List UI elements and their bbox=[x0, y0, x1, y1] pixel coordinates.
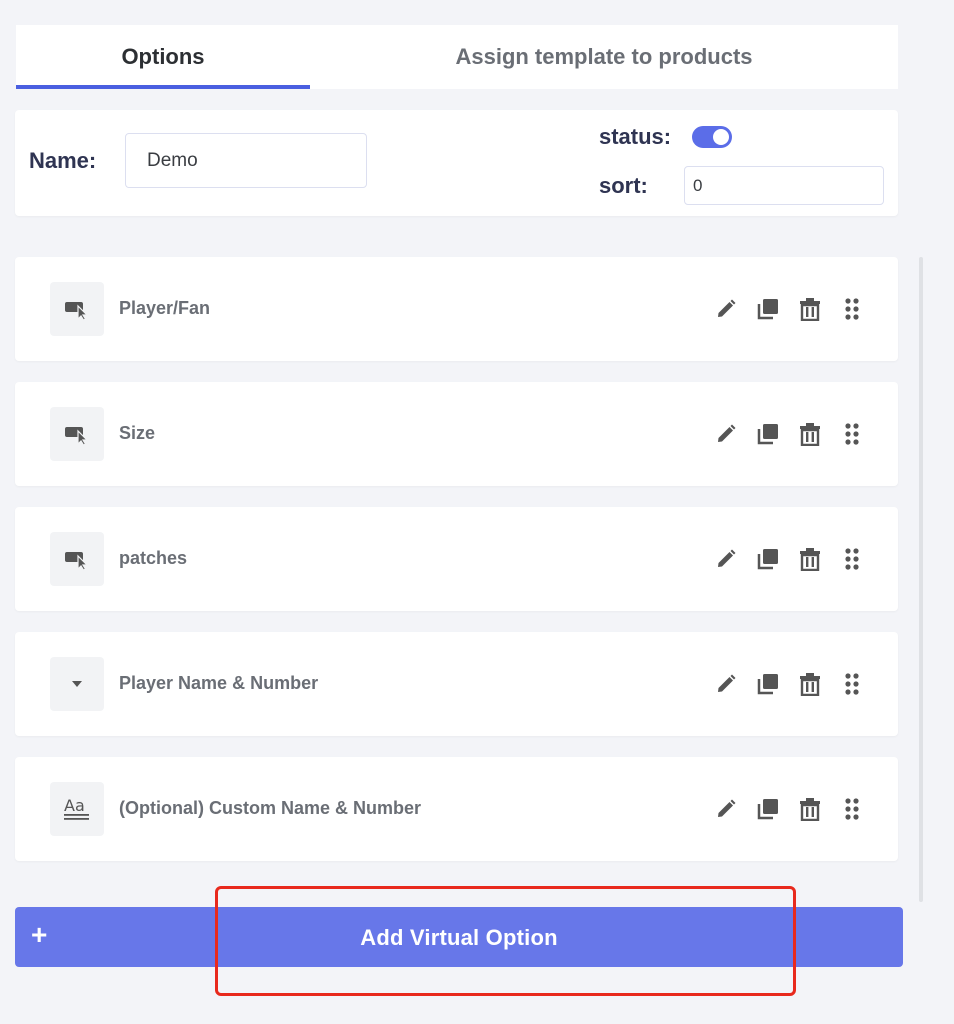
edit-icon[interactable] bbox=[713, 546, 739, 572]
drag-handle-icon[interactable] bbox=[839, 796, 865, 822]
duplicate-icon[interactable] bbox=[755, 671, 781, 697]
tab-bar: Options Assign template to products bbox=[16, 25, 898, 89]
scrollbar[interactable] bbox=[919, 257, 923, 902]
drag-handle-icon[interactable] bbox=[839, 546, 865, 572]
text-input-icon: Aa bbox=[50, 782, 104, 836]
status-toggle[interactable] bbox=[692, 126, 732, 148]
button-select-icon bbox=[50, 532, 104, 586]
dropdown-caret-icon bbox=[50, 657, 104, 711]
delete-icon[interactable] bbox=[797, 421, 823, 447]
option-label: (Optional) Custom Name & Number bbox=[119, 798, 422, 818]
option-row[interactable]: Aa (Optional) Custom Name & Number bbox=[15, 757, 898, 861]
duplicate-icon[interactable] bbox=[755, 796, 781, 822]
duplicate-icon[interactable] bbox=[755, 546, 781, 572]
option-row[interactable]: Player Name & Number bbox=[15, 632, 898, 736]
option-label: patches bbox=[119, 548, 188, 568]
option-label: Player/Fan bbox=[119, 298, 211, 318]
tab-options[interactable]: Options bbox=[16, 25, 310, 89]
toggle-knob bbox=[713, 129, 729, 145]
duplicate-icon[interactable] bbox=[755, 421, 781, 447]
delete-icon[interactable] bbox=[797, 546, 823, 572]
add-virtual-option-label: Add Virtual Option bbox=[360, 925, 558, 950]
edit-icon[interactable] bbox=[713, 296, 739, 322]
template-settings-card: Name: Demo status: sort: 0 bbox=[15, 110, 898, 216]
edit-icon[interactable] bbox=[713, 671, 739, 697]
option-label: Size bbox=[119, 423, 156, 443]
button-select-icon bbox=[50, 282, 104, 336]
option-label: Player Name & Number bbox=[119, 673, 319, 693]
drag-handle-icon[interactable] bbox=[839, 296, 865, 322]
option-row[interactable]: patches bbox=[15, 507, 898, 611]
duplicate-icon[interactable] bbox=[755, 296, 781, 322]
option-row[interactable]: Player/Fan bbox=[15, 257, 898, 361]
edit-icon[interactable] bbox=[713, 796, 739, 822]
delete-icon[interactable] bbox=[797, 796, 823, 822]
tab-assign-template[interactable]: Assign template to products bbox=[310, 25, 898, 89]
delete-icon[interactable] bbox=[797, 296, 823, 322]
sort-input[interactable]: 0 bbox=[684, 166, 884, 205]
button-select-icon bbox=[50, 407, 104, 461]
edit-icon[interactable] bbox=[713, 421, 739, 447]
sort-label: sort: bbox=[599, 173, 648, 198]
drag-handle-icon[interactable] bbox=[839, 421, 865, 447]
delete-icon[interactable] bbox=[797, 671, 823, 697]
name-label: Name: bbox=[29, 148, 97, 173]
status-label: status: bbox=[599, 124, 672, 149]
option-row[interactable]: Size bbox=[15, 382, 898, 486]
svg-text:Aa: Aa bbox=[64, 796, 85, 815]
drag-handle-icon[interactable] bbox=[839, 671, 865, 697]
add-virtual-option-button[interactable]: + Add Virtual Option bbox=[15, 907, 903, 967]
name-input[interactable]: Demo bbox=[125, 133, 367, 188]
